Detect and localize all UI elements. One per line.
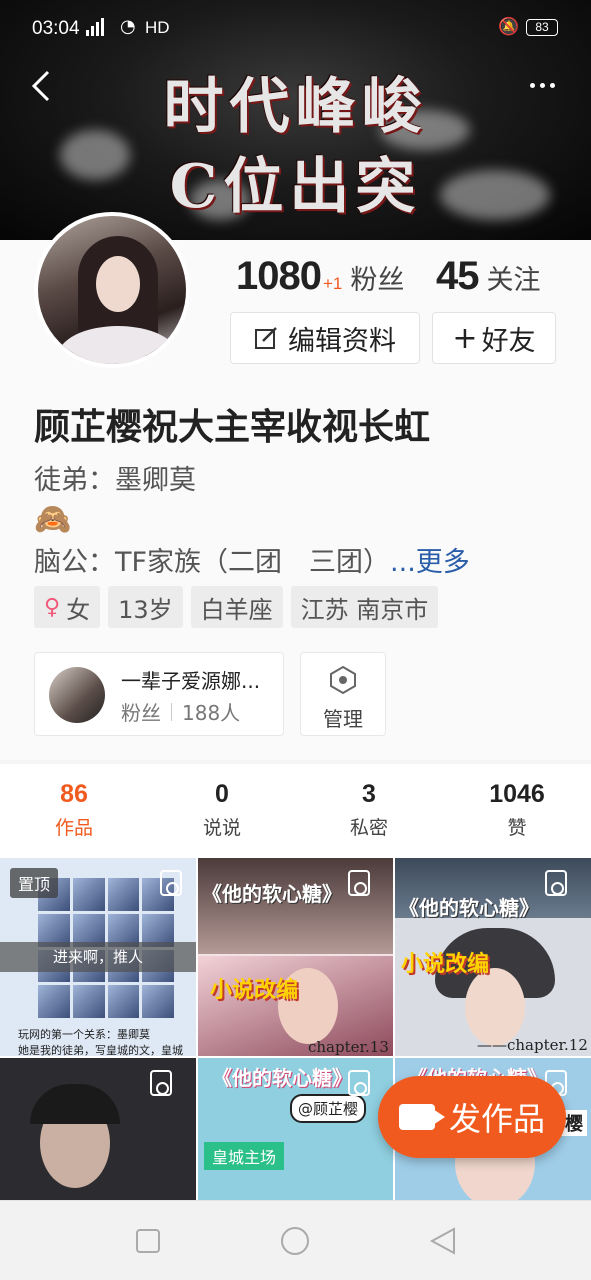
system-navigation-bar (0, 1200, 591, 1280)
group-members: 粉丝 188人 (121, 697, 240, 726)
tab-value: 86 (60, 780, 88, 808)
thumbnail-title: 《他的软心糖》 (202, 882, 342, 906)
thumbnail-chapter: chapter.13 (308, 1038, 389, 1056)
back-nav-button[interactable] (428, 1225, 458, 1257)
more-options-button[interactable] (530, 70, 566, 100)
group-avatar (49, 667, 105, 723)
zodiac-tag: 白羊座 (190, 586, 283, 628)
tab-label: 私密 (349, 817, 388, 839)
follow-stat[interactable]: 45 关注 (436, 254, 541, 299)
publish-label: 发作品 (448, 1100, 545, 1138)
signal-icon (86, 18, 104, 36)
tab-likes[interactable]: 1046 赞 (457, 780, 577, 840)
bio-text: 脑公：TF家族（二团 三团） (34, 547, 391, 578)
edit-profile-label: 编辑资料 (288, 325, 396, 357)
group-members-count: 188人 (182, 701, 241, 725)
hexagon-settings-icon (330, 665, 356, 695)
bio-emoji: 🙈 (34, 502, 72, 537)
video-camera-icon (398, 1104, 445, 1130)
banner-title-line2: C位出突 (169, 152, 422, 222)
thumbnail-tag: @顾芷樱 (290, 1094, 367, 1123)
bio-line: 脑公：TF家族（二团 三团）...更多 (34, 540, 470, 579)
tab-works[interactable]: 86 作品 (14, 780, 134, 840)
bio-more-link[interactable]: ...更多 (390, 547, 470, 578)
thumbnail-novel-label: 小说改编 (210, 977, 299, 1003)
age-tag: 13岁 (108, 586, 183, 628)
manage-button[interactable]: 管理 (300, 652, 386, 736)
video-icon (348, 1070, 370, 1096)
thumbnail-caption: 她是我的徒弟，写皇城的文，皇城 (18, 1044, 183, 1056)
thumbnail-subtitle: 皇城主场 (204, 1142, 285, 1170)
banner-title-line1: 时代峰峻 (163, 72, 428, 142)
thumbnail-title: 《他的软心糖》 (212, 1066, 352, 1090)
bio-line: 徒弟：墨卿莫 (34, 465, 196, 496)
add-friend-label: 好友 (481, 325, 536, 357)
content-tabs: 86 作品 0 说说 3 私密 1046 赞 (0, 764, 591, 858)
video-icon (160, 870, 182, 896)
tab-posts[interactable]: 0 说说 (162, 780, 282, 840)
manage-label: 管理 (323, 707, 363, 731)
fans-count: 1080 (236, 254, 322, 298)
hd-indicator: HD (145, 18, 170, 37)
battery-indicator: 83 (526, 19, 558, 36)
work-thumbnail[interactable]: 《他的软心糖》 @顾芷樱 皇城主场 (198, 1058, 393, 1200)
edit-icon (255, 327, 277, 349)
avatar[interactable] (34, 212, 190, 368)
thumbnail-overlay-text: 进来啊，推人 (0, 942, 196, 972)
video-icon (545, 870, 567, 896)
thumbnail-caption: 玩网的第一个关系：墨卿莫 (18, 1028, 150, 1041)
edit-profile-button[interactable]: 编辑资料 (230, 312, 420, 364)
video-icon (150, 1070, 172, 1096)
tab-private[interactable]: 3 私密 (309, 780, 429, 840)
fans-label: 粉丝 (350, 265, 405, 296)
group-members-label: 粉丝 (121, 701, 161, 725)
fans-delta: +1 (322, 274, 343, 293)
gender-tag: ♀ 女 (34, 586, 101, 628)
profile-name: 顾芷樱祝大主宰收视长虹 (34, 407, 431, 448)
group-name: 一辈子爱源娜... (121, 669, 261, 693)
thumbnail-title: 《他的软心糖》 (399, 896, 539, 920)
follow-count: 45 (436, 254, 479, 298)
fan-group-card[interactable]: 一辈子爱源娜... 粉丝 188人 (34, 652, 284, 736)
work-thumbnail[interactable]: 《他的软心糖》 小说改编 chapter.13 (198, 858, 393, 1056)
female-icon: ♀ (44, 594, 61, 620)
tab-label: 说说 (202, 817, 241, 839)
fans-stat[interactable]: 1080 +1 粉丝 (236, 254, 404, 299)
tab-value: 3 (362, 780, 376, 808)
add-friend-button[interactable]: + 好友 (432, 312, 556, 364)
recent-apps-button[interactable] (136, 1229, 160, 1253)
tab-value: 0 (215, 780, 229, 808)
status-time: 03:04 (32, 18, 80, 39)
thumbnail-novel-label: 小说改编 (401, 951, 490, 977)
location-tag: 江苏 南京市 (290, 586, 439, 628)
tab-value: 1046 (489, 780, 545, 808)
publish-work-button[interactable]: 发作品 (378, 1076, 566, 1158)
gender-label: 女 (66, 595, 91, 624)
home-button[interactable] (281, 1227, 309, 1255)
work-thumbnail[interactable]: 《他的软心糖》 小说改编 ——chapter.12 (395, 858, 591, 1056)
pinned-badge: 置顶 (10, 868, 59, 898)
tab-label: 作品 (54, 817, 93, 839)
wifi-icon: ◔ (120, 16, 136, 37)
work-thumbnail[interactable]: 置顶 进来啊，推人 玩网的第一个关系：墨卿莫 她是我的徒弟，写皇城的文，皇城 (0, 858, 196, 1056)
work-thumbnail[interactable] (0, 1058, 196, 1200)
tab-label: 赞 (507, 817, 527, 839)
plus-icon: + (452, 320, 478, 356)
thumbnail-chapter: ——chapter.12 (477, 1036, 588, 1054)
mute-icon: 🔕 (498, 17, 520, 37)
chevron-left-icon (31, 70, 50, 102)
video-icon (348, 870, 370, 896)
status-bar: 03:04 ◔ HD 🔕 83 (0, 0, 591, 56)
follow-label: 关注 (486, 265, 541, 296)
profile-tags: ♀ 女 13岁 白羊座 江苏 南京市 (34, 586, 439, 628)
back-button[interactable] (28, 66, 58, 106)
